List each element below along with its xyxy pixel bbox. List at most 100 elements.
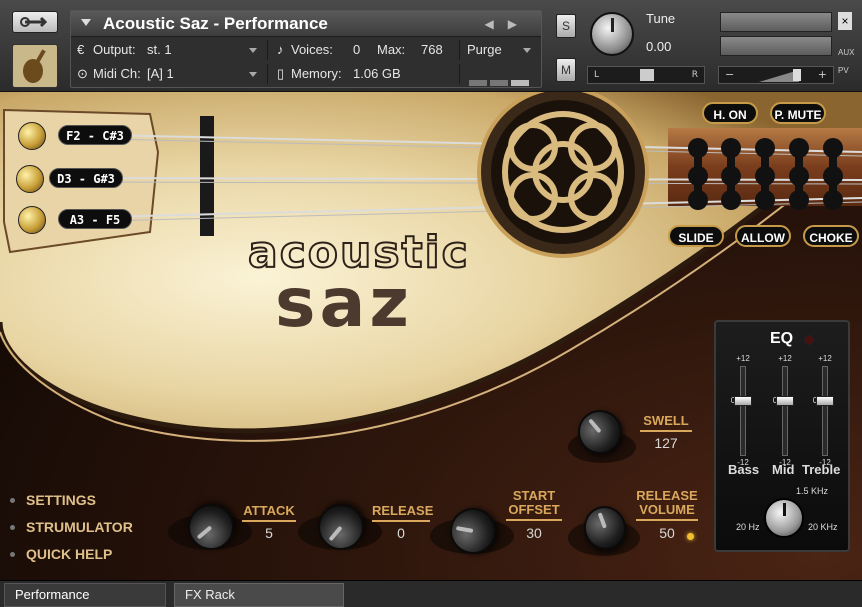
side-menu: SETTINGS STRUMULATOR QUICK HELP xyxy=(8,492,133,573)
aux-button[interactable]: AUX xyxy=(838,48,854,57)
caret-down-icon[interactable] xyxy=(81,19,91,26)
max-voices-value[interactable]: 768 xyxy=(421,42,443,57)
choke-button[interactable]: CHOKE xyxy=(803,225,859,247)
release-label: RELEASE xyxy=(372,504,433,522)
logo-saz-text: saz xyxy=(275,264,413,343)
midi-dropdown-icon[interactable] xyxy=(249,72,257,77)
eq-mid-column: +12 0 -12 xyxy=(768,354,802,476)
volume-plus-label: + xyxy=(817,68,827,81)
purge-label[interactable]: Purge xyxy=(467,42,502,57)
voices-label: Voices: xyxy=(291,42,333,57)
close-icon[interactable]: × xyxy=(838,12,852,30)
instrument-header: Acoustic Saz - Performance ◀▶ € Output: … xyxy=(0,0,862,92)
slide-button[interactable]: SLIDE xyxy=(668,225,724,247)
output-dropdown-icon[interactable] xyxy=(249,48,257,53)
instrument-info-panel: Acoustic Saz - Performance ◀▶ € Output: … xyxy=(70,10,542,88)
memory-label: Memory: xyxy=(291,66,342,81)
tune-value[interactable]: 0.00 xyxy=(646,39,671,54)
output-icon: € xyxy=(77,42,85,57)
tab-fx-rack[interactable]: FX Rack xyxy=(174,583,344,607)
tune-label: Tune xyxy=(646,11,676,26)
eq-scale-top: +12 xyxy=(736,354,750,363)
info-row-1: € Output: st. 1 ♪ Voices: 0 Max: 768 Pur… xyxy=(71,38,541,62)
midi-icon: ⊙ xyxy=(77,66,88,81)
eq-panel: EQ +12 0 -12 +12 0 -12 +12 0 -12 Bass Mi… xyxy=(714,320,850,552)
memory-value: 1.06 GB xyxy=(353,66,401,81)
eq-mid-thumb[interactable] xyxy=(776,396,794,406)
tuning-peg-2 xyxy=(16,165,44,193)
release-value: 0 xyxy=(397,525,405,541)
eq-bass-label: Bass xyxy=(728,462,760,477)
tune-knob[interactable] xyxy=(590,12,634,56)
pan-thumb[interactable] xyxy=(640,69,654,81)
footer-tabs: Performance FX Rack xyxy=(0,580,862,607)
level-meter-right xyxy=(720,36,832,56)
kontakt-instrument-window: Acoustic Saz - Performance ◀▶ € Output: … xyxy=(0,0,862,607)
pan-right-label: R xyxy=(691,70,698,80)
volume-slider[interactable]: − + xyxy=(718,66,834,84)
volume-minus-label: − xyxy=(725,68,735,81)
eq-bass-column: +12 0 -12 xyxy=(726,354,760,476)
eq-freq-center: 1.5 KHz xyxy=(796,486,829,496)
eq-mid-track[interactable] xyxy=(782,366,788,456)
memory-icon: ▯ xyxy=(277,66,285,81)
eq-freq-min: 20 Hz xyxy=(736,522,760,532)
attack-label: ATTACK xyxy=(242,504,296,522)
release-volume-label-line1: RELEASE xyxy=(636,488,698,503)
midi-channel-value[interactable]: [A] 1 xyxy=(147,66,174,81)
title-bar: Acoustic Saz - Performance ◀▶ xyxy=(71,11,541,37)
pv-button[interactable]: PV xyxy=(838,66,849,75)
eq-enable-led[interactable] xyxy=(804,335,814,345)
swell-value: 127 xyxy=(654,435,678,451)
wrench-icon[interactable] xyxy=(12,11,58,33)
instrument-body: F2 - C#3 D3 - G#3 A3 - F5 H. ON P. MUTE … xyxy=(0,92,862,580)
string-2-tuning[interactable]: D3 - G#3 xyxy=(49,168,123,188)
volume-thumb[interactable] xyxy=(793,69,801,81)
pan-left-label: L xyxy=(594,70,600,80)
eq-bass-track[interactable] xyxy=(740,366,746,456)
voices-icon: ♪ xyxy=(277,42,284,57)
output-value[interactable]: st. 1 xyxy=(147,42,172,57)
eq-treble-thumb[interactable] xyxy=(816,396,834,406)
strumulator-menu-item[interactable]: STRUMULATOR xyxy=(8,519,133,546)
output-label: Output: xyxy=(93,42,136,57)
midi-label: Midi Ch: xyxy=(93,66,141,81)
release-volume-led xyxy=(687,533,694,540)
release-volume-label-line2: VOLUME xyxy=(639,502,695,517)
purge-dropdown-icon[interactable] xyxy=(523,48,531,53)
start-offset-value: 30 xyxy=(526,525,542,541)
voices-value: 0 xyxy=(353,42,361,57)
pan-slider[interactable]: L R xyxy=(587,66,705,84)
palm-mute-button[interactable]: P. MUTE xyxy=(770,102,826,124)
eq-scale-top: +12 xyxy=(818,354,832,363)
instrument-title: Acoustic Saz - Performance xyxy=(103,14,328,33)
tuning-peg-1 xyxy=(18,122,46,150)
solo-button[interactable]: S xyxy=(556,14,576,38)
eq-frequency-knob[interactable] xyxy=(764,498,804,538)
settings-menu-item[interactable]: SETTINGS xyxy=(8,492,133,519)
eq-title: EQ xyxy=(770,330,794,347)
hammer-on-button[interactable]: H. ON xyxy=(702,102,758,124)
eq-freq-max: 20 KHz xyxy=(808,522,838,532)
max-label: Max: xyxy=(377,42,406,57)
nav-arrows-icon[interactable]: ◀▶ xyxy=(485,17,531,31)
quick-help-menu-item[interactable]: QUICK HELP xyxy=(8,546,133,573)
saz-logo-icon xyxy=(12,44,58,88)
string-1-tuning[interactable]: F2 - C#3 xyxy=(58,125,132,145)
allow-button[interactable]: ALLOW xyxy=(735,225,791,247)
eq-mid-label: Mid xyxy=(772,462,795,477)
level-meter-left xyxy=(720,12,832,32)
swell-label: SWELL xyxy=(640,414,692,432)
tuning-peg-3 xyxy=(18,206,46,234)
eq-treble-label: Treble xyxy=(802,462,841,477)
string-3-tuning[interactable]: A3 - F5 xyxy=(58,209,132,229)
eq-bass-thumb[interactable] xyxy=(734,396,752,406)
tab-performance[interactable]: Performance xyxy=(4,583,166,607)
purge-indicator xyxy=(469,71,532,90)
eq-treble-track[interactable] xyxy=(822,366,828,456)
eq-scale-top: +12 xyxy=(778,354,792,363)
mute-button[interactable]: M xyxy=(556,58,576,82)
start-offset-label-line1: START xyxy=(512,488,556,503)
release-volume-label: RELEASE VOLUME xyxy=(636,489,698,521)
start-offset-label-line2: OFFSET xyxy=(508,502,560,517)
